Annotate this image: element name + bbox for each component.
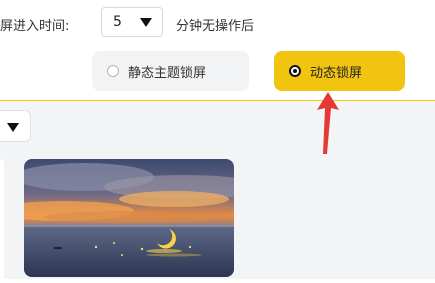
minutes-select[interactable]: 5: [101, 7, 163, 37]
dynamic-lock-label: 动态锁屏: [310, 65, 363, 81]
lock-time-label: 屏进入时间:: [0, 19, 70, 34]
caret-down-icon: [7, 123, 19, 132]
sunset-moon-sea-image: [24, 159, 234, 277]
radio-unchecked-icon[interactable]: [107, 65, 119, 77]
minutes-value: 5: [113, 14, 122, 30]
filter-dropdown[interactable]: [0, 110, 31, 142]
red-arrow-annotation-icon: [317, 92, 339, 154]
dynamic-wallpaper-thumbnail[interactable]: [24, 159, 234, 277]
dynamic-lock-option[interactable]: 动态锁屏: [274, 51, 405, 91]
static-theme-lock-label: 静态主题锁屏: [128, 65, 207, 81]
wallpaper-thumbnail-partial[interactable]: [0, 158, 4, 283]
settings-panel: 屏进入时间: 5 分钟无操作后 静态主题锁屏 动态锁屏: [0, 0, 435, 101]
caret-down-icon: [140, 18, 152, 27]
radio-checked-icon[interactable]: [289, 65, 301, 77]
minutes-suffix-label: 分钟无操作后: [176, 19, 255, 34]
static-theme-lock-option[interactable]: 静态主题锁屏: [92, 51, 249, 91]
